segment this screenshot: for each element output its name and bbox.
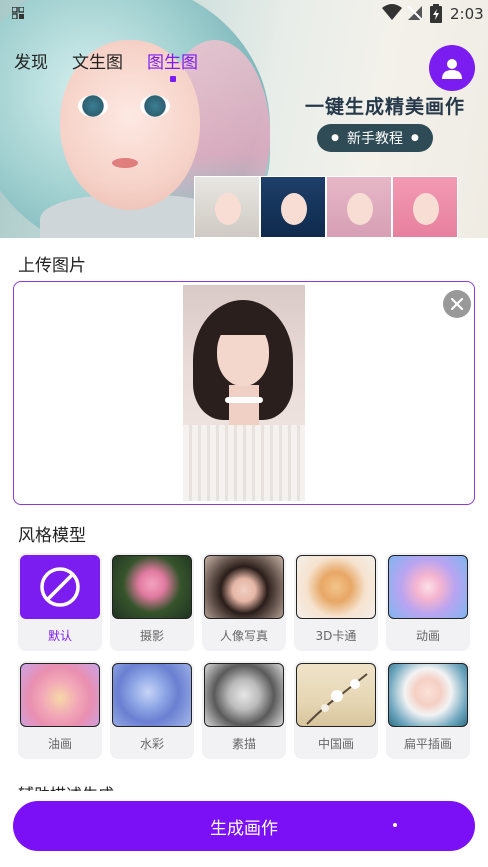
photo-dress (183, 425, 305, 501)
user-icon (442, 59, 462, 79)
banner-art-eye (140, 95, 170, 117)
style-label: 动画 (415, 629, 440, 643)
style-thumb (20, 555, 100, 619)
dot-icon: ● (411, 133, 419, 143)
hint-title: 辅助描述生成 (18, 781, 114, 791)
style-card-portrait[interactable]: 人像写真 (202, 553, 286, 651)
style-label: 油画 (47, 737, 72, 751)
banner-slogan: 一键生成精美画作 (305, 96, 466, 118)
thumbnail-white-hair (194, 176, 260, 238)
style-card-3d-cartoon[interactable]: 3D卡通 (294, 553, 378, 651)
style-label: 人像写真 (219, 629, 268, 643)
cat-oil-thumb (20, 663, 100, 727)
portrait-photo-thumb (204, 555, 284, 619)
style-label: 水彩 (139, 737, 164, 751)
style-label: 摄影 (139, 629, 164, 643)
no-signal-icon (407, 5, 423, 21)
thumbnail-face (413, 193, 439, 225)
tab-label: 图生图 (147, 53, 198, 73)
battery-icon (430, 4, 442, 23)
tab-discover[interactable]: 发现 (14, 48, 48, 73)
lotus-photo-thumb (112, 555, 192, 619)
screen: 一键生成精美画作 ● 新手教程 ● 2:03 发现 文生图 图生图 上传图片 风… (0, 0, 488, 867)
branch-icon (306, 673, 368, 725)
remove-photo-button[interactable] (443, 290, 471, 318)
tab-image-to-image[interactable]: 图生图 (147, 48, 198, 82)
flat-illustration-thumb (388, 663, 468, 727)
tutorial-label: 新手教程 (347, 131, 403, 147)
style-label: 3D卡通 (315, 629, 357, 643)
thumbnail-face (347, 193, 373, 225)
chinese-painting-thumb (296, 663, 376, 727)
thumbnail-face (215, 193, 241, 225)
tab-label: 发现 (14, 53, 48, 73)
app-grid-icon (12, 7, 24, 19)
photo-bangs (213, 315, 273, 335)
clock: 2:03 (450, 5, 484, 23)
tutorial-button[interactable]: ● 新手教程 ● (317, 124, 433, 152)
style-card-oil-painting[interactable]: 油画 (18, 661, 102, 759)
tab-label: 文生图 (72, 53, 123, 73)
sketch-portrait-thumb (204, 663, 284, 727)
generate-button[interactable]: 生成画作 (13, 801, 475, 851)
top-tabs: 发现 文生图 图生图 (14, 48, 222, 82)
thumbnail-rose-hair (392, 176, 458, 238)
thumbnail-face (281, 193, 307, 225)
style-section-title: 风格模型 (18, 526, 86, 546)
banner-art-lip (112, 158, 138, 168)
generate-label: 生成画作 (210, 818, 278, 839)
style-card-photography[interactable]: 摄影 (110, 553, 194, 651)
active-tab-indicator (169, 76, 176, 82)
style-card-watercolor[interactable]: 水彩 (110, 661, 194, 759)
wifi-icon (382, 4, 402, 20)
profile-button[interactable] (429, 45, 475, 91)
thumbnail-blue-hair (260, 176, 326, 238)
close-icon (451, 298, 463, 310)
hydrangea-watercolor-thumb (112, 663, 192, 727)
dot-icon: ● (331, 133, 339, 143)
hamster-3d-thumb (296, 555, 376, 619)
style-label: 素描 (231, 737, 256, 751)
style-label: 默认 (47, 629, 72, 643)
style-card-flat-illustration[interactable]: 扁平插画 (386, 661, 470, 759)
tab-text-to-image[interactable]: 文生图 (72, 48, 123, 73)
style-label: 中国画 (317, 737, 354, 751)
style-card-chinese-painting[interactable]: 中国画 (294, 661, 378, 759)
ban-icon (40, 567, 80, 607)
thumbnail-pink-hair (326, 176, 392, 238)
anime-girl-thumb (388, 555, 468, 619)
photo-neck (229, 385, 259, 429)
banner-thumbnails (194, 176, 458, 238)
upload-section-title: 上传图片 (18, 256, 86, 276)
hero-banner[interactable]: 一键生成精美画作 ● 新手教程 ● (0, 0, 488, 238)
style-card-anime[interactable]: 动画 (386, 553, 470, 651)
uploaded-photo[interactable] (183, 285, 305, 501)
sparkle-icon (393, 823, 397, 827)
style-card-sketch[interactable]: 素描 (202, 661, 286, 759)
style-card-default[interactable]: 默认 (18, 553, 102, 651)
photo-choker (225, 397, 263, 403)
banner-art-eye (78, 95, 108, 117)
status-bar: 2:03 (0, 0, 488, 28)
style-label: 扁平插画 (403, 737, 452, 751)
